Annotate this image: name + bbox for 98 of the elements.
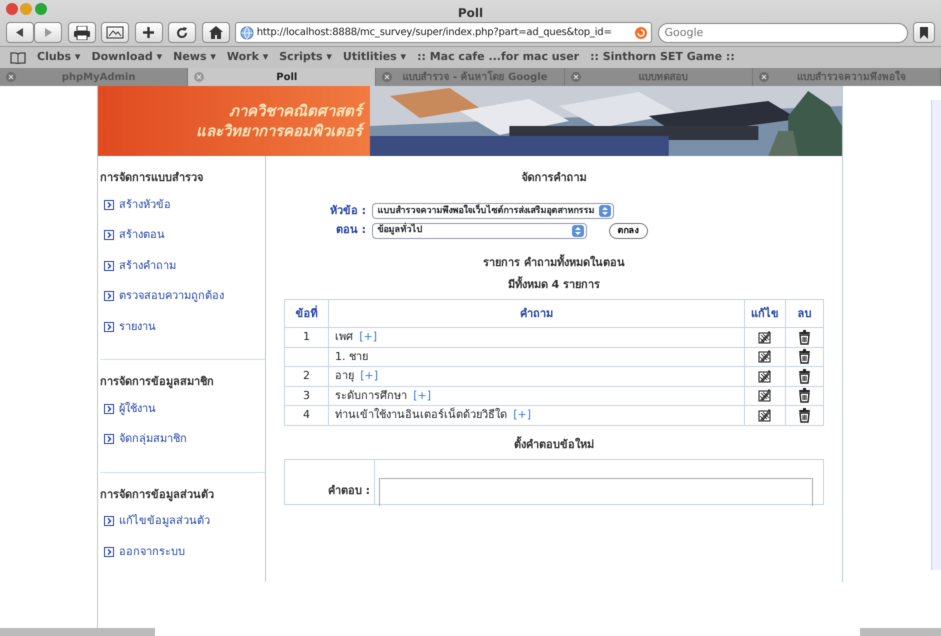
reload-button[interactable] [168,22,196,44]
bookmark-item[interactable]: Clubs ▾ [37,49,80,66]
trash-icon[interactable] [798,330,812,345]
trash-icon[interactable] [798,349,812,364]
row-number: 3 [284,386,328,406]
column-header: คำถาม [328,300,744,328]
arrow-box-icon [104,291,114,302]
trash-icon[interactable] [798,408,812,423]
tab[interactable]: Poll [188,68,376,86]
edit-icon[interactable] [758,330,772,345]
trash-icon[interactable] [798,388,812,404]
picture-button[interactable] [101,22,129,44]
home-icon [208,26,222,40]
close-icon[interactable] [758,72,769,82]
add-button[interactable] [134,22,162,44]
arrow-box-icon [104,200,114,210]
sidebar-link[interactable]: สร้างคำถาม [104,258,265,274]
home-button[interactable] [202,22,230,44]
arrow-box-icon [104,546,114,557]
edit-icon[interactable] [758,349,772,364]
list-title: รายการ คำถามทั้งหมดในตอน [482,255,626,272]
edit-icon[interactable] [758,388,772,404]
bookmark-item[interactable]: :: Sinthorn SET Game :: [590,49,735,66]
bookmark-button[interactable] [913,22,935,44]
edit-icon[interactable] [758,408,772,423]
bookmark-item[interactable]: Scripts ▾ [279,49,332,66]
close-icon[interactable] [6,2,18,15]
bookmark-icon [920,26,928,39]
sidebar-link[interactable]: จัดกลุ่มสมาชิก [104,431,265,448]
field-label: หัวข้อ : [328,203,366,219]
banner-title: ภาควิชาคณิตศาสตร์ และวิทยาการคอมพิวเตอร์ [98,86,370,156]
sidebar-heading: การจัดการข้อมูลสมาชิก [100,374,215,390]
add-answer-link[interactable]: [+] [413,388,432,402]
bookmark-item[interactable]: :: Mac cafe ...for mac user [417,49,580,66]
question-text: เพศ [335,330,353,344]
edit-icon[interactable] [758,368,772,384]
question-text: ท่านเข้าใช้งานอินเตอร์เน็ตด้วยวิธีใด [335,408,507,422]
arrow-box-icon [104,230,114,240]
printer-icon [74,26,90,40]
answer-text: 1. ชาย [335,350,368,363]
question-text: อายุ [335,369,354,382]
close-icon[interactable] [570,72,581,82]
back-icon [16,28,24,38]
print-button[interactable] [68,22,96,44]
sidebar-link[interactable]: ผู้ใช้งาน [104,400,265,417]
back-button[interactable] [6,22,34,44]
column-header: ลบ [786,300,824,328]
sidebar-link[interactable]: ออกจากระบบ [104,544,265,560]
add-answer-link[interactable]: [+] [359,330,378,344]
sidebar-heading: การจัดการข้อมูลส่วนตัว [100,486,215,503]
ok-button[interactable]: ตกลง [608,222,648,238]
address-field[interactable]: http://localhost:8888/mc_survey/super/index.php?part=ad_ques&top_id= [235,22,652,44]
answer-field[interactable] [379,478,813,506]
scrollbar[interactable] [931,100,941,570]
window-title: Poll [458,5,484,22]
stepper-icon [598,205,610,218]
item-count: มีทั้งหมด 4 รายการ [506,277,602,294]
forward-icon [44,28,52,38]
add-answer-link[interactable]: [+] [513,408,532,422]
page-title: จัดการคำถาม [520,170,588,186]
arrow-box-icon [104,516,114,526]
field-label: ตอน : [334,222,366,238]
close-icon[interactable] [382,72,392,82]
search-field[interactable]: Google [658,22,908,43]
sidebar-link[interactable]: สร้างตอน [104,227,265,244]
stepper-icon [572,224,584,236]
arrow-box-icon [104,404,114,414]
select-field[interactable]: ข้อมูลทั่วไป [372,222,586,238]
answer-label: คำตอบ : [285,460,375,504]
reload-icon[interactable] [635,26,647,39]
select-field[interactable]: แบบสำรวจความพึงพอใจเว็บไซต์การส่งเสริมอุตสาหกรรม [372,203,614,220]
image-icon [106,26,124,40]
column-header: แก้ไข [744,300,786,328]
row-number: 2 [284,366,328,386]
bookmark-item[interactable]: News ▾ [173,49,216,66]
book-icon[interactable] [10,52,26,64]
bookmark-item[interactable]: Utitlities ▾ [342,49,406,66]
arrow-box-icon [104,322,114,332]
bookmark-item[interactable]: Download ▾ [91,49,162,66]
arrow-box-icon [104,260,114,271]
close-icon[interactable] [6,72,16,82]
trash-icon[interactable] [798,368,812,384]
sidebar-link[interactable]: แก้ไขข้อมูลส่วนตัว [104,513,265,530]
sidebar-link[interactable]: สร้างหัวข้อ [104,196,265,213]
add-answer-link[interactable]: [+] [360,369,378,382]
arrow-box-icon [104,434,114,444]
section-title: ตั้งคำตอบข้อใหม่ [513,436,595,453]
plus-icon [143,27,154,38]
question-text: ระดับการศึกษา [335,388,407,402]
reload-icon [176,26,188,39]
sidebar-link[interactable]: ตรวจสอบความถูกต้อง [104,288,265,304]
bookmark-item[interactable]: Work ▾ [226,49,268,66]
column-header: ข้อที่ [284,300,328,328]
sidebar-link[interactable]: รายงาน [104,318,265,335]
globe-icon [240,26,254,40]
row-number: 1 [284,328,328,348]
row-number: 4 [284,406,328,426]
sidebar-heading: การจัดการแบบสำรวจ [100,170,204,186]
